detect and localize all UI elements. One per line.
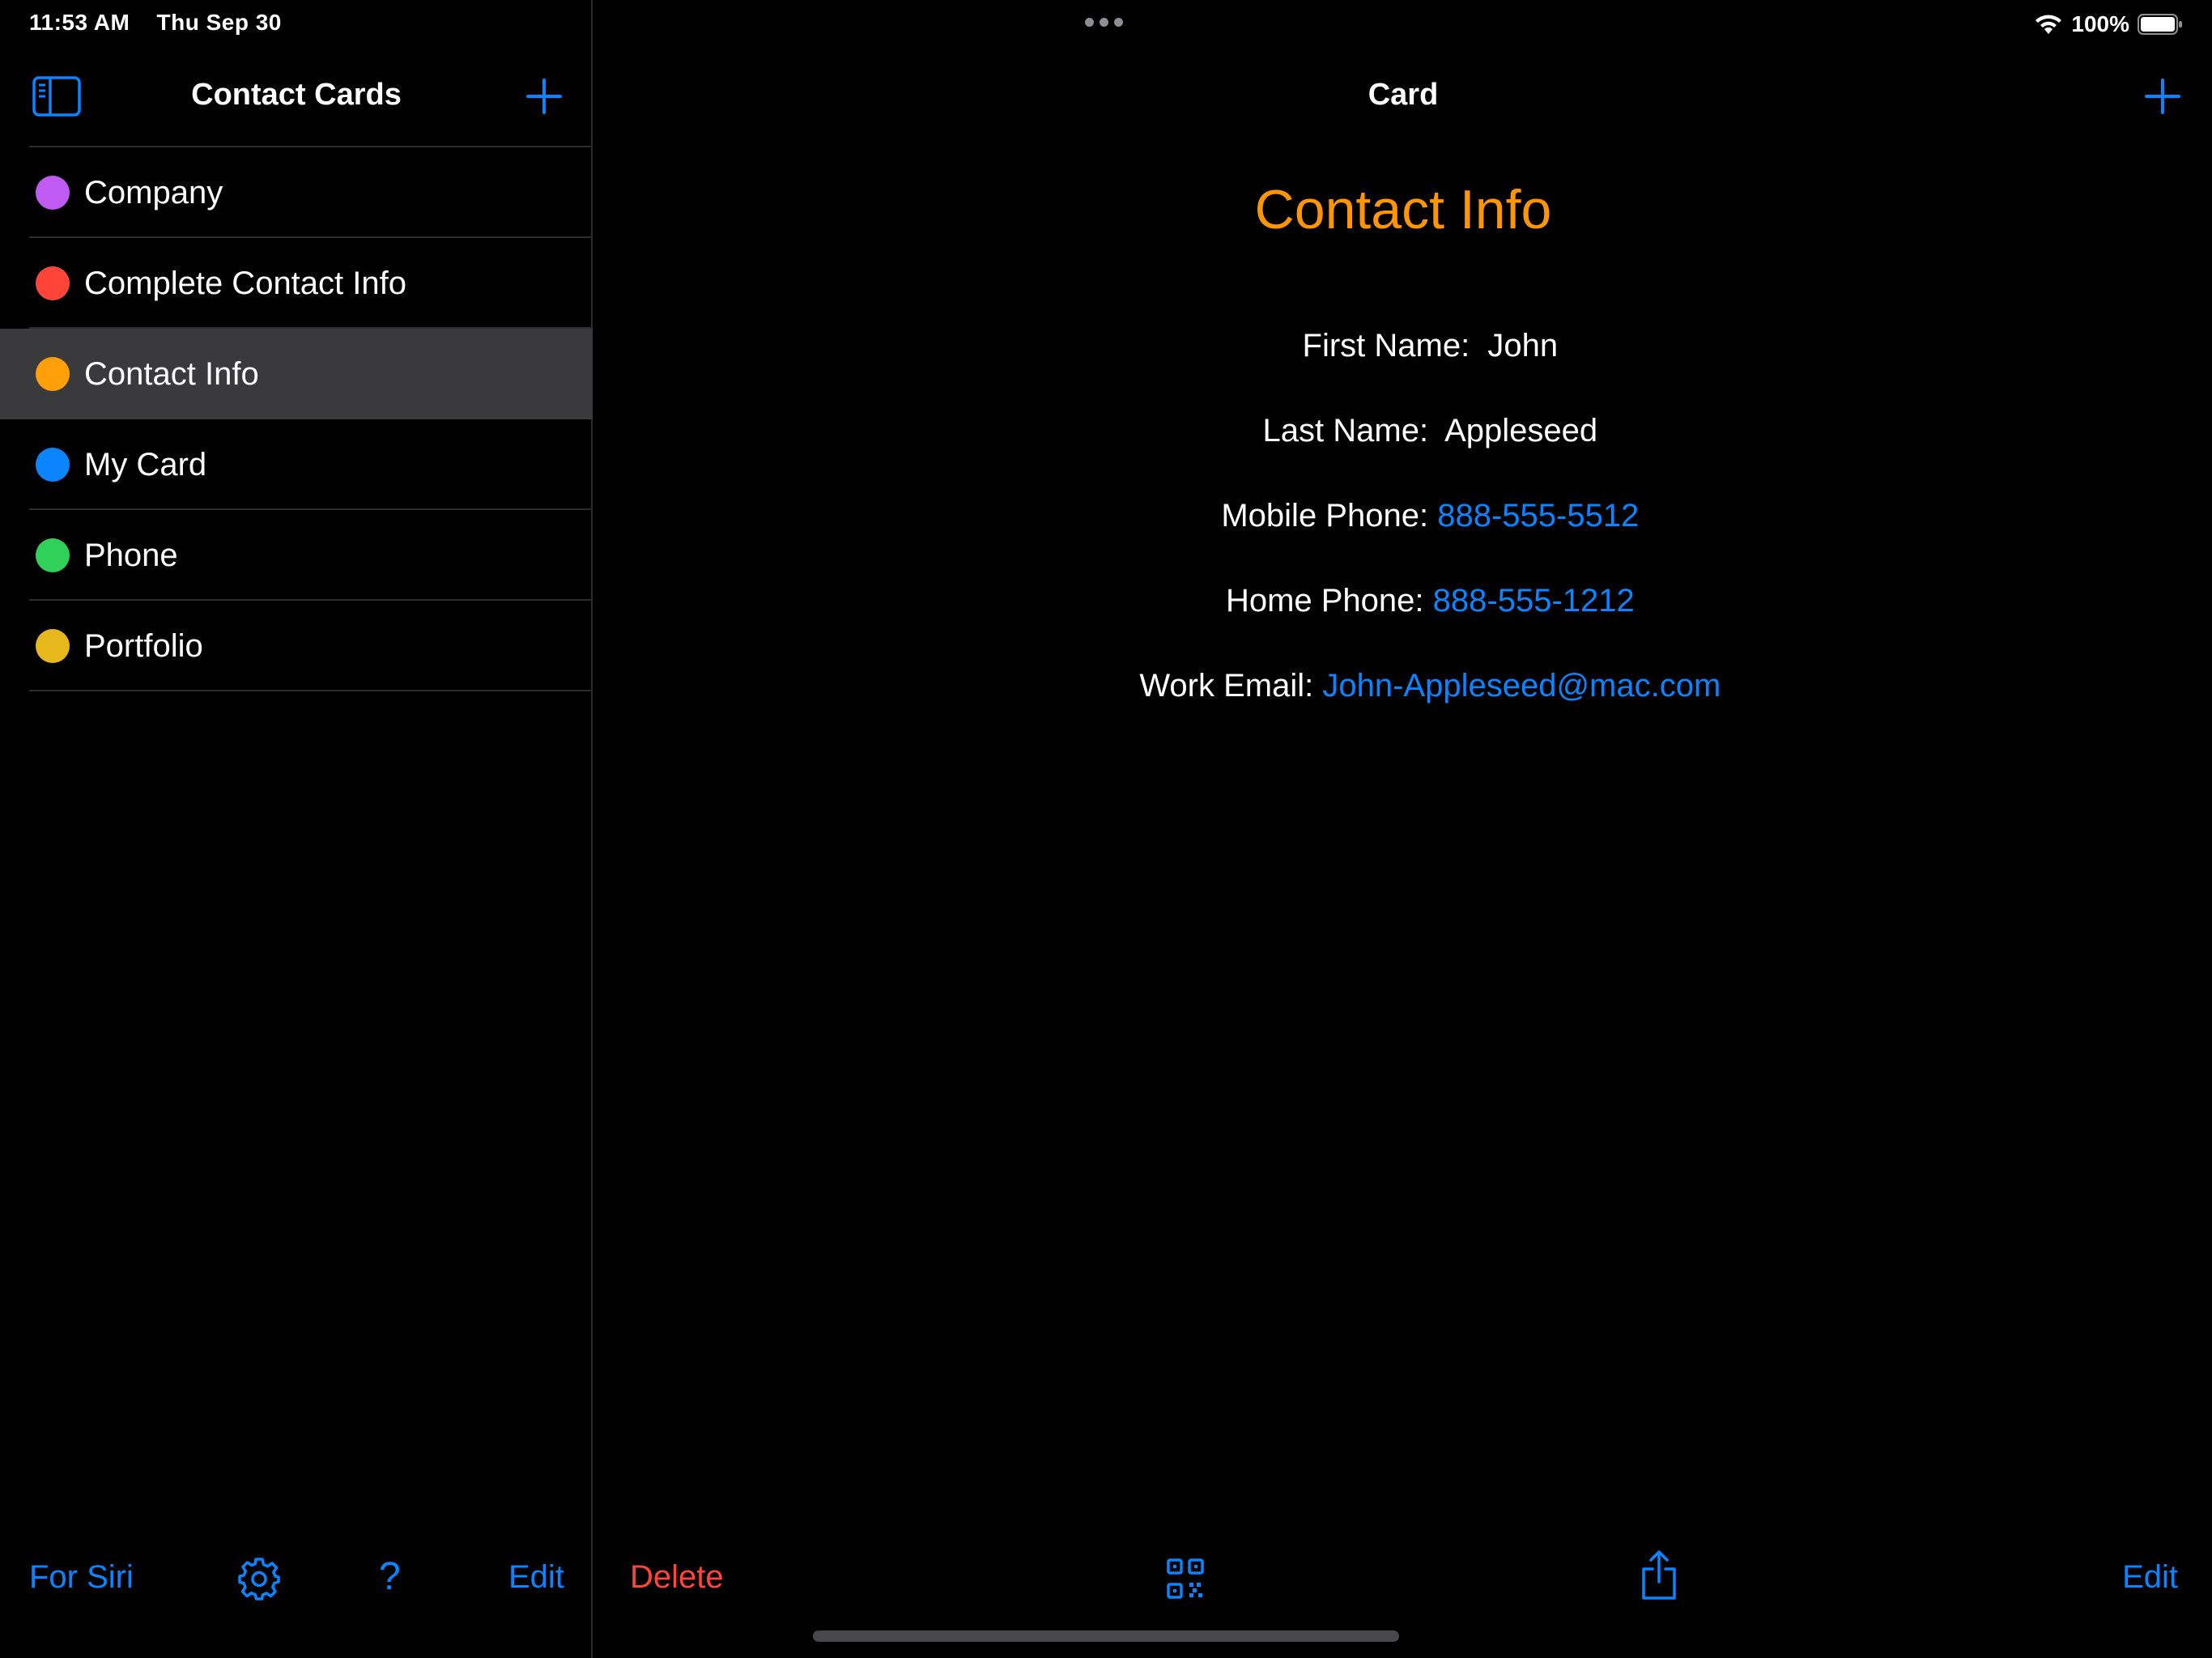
color-dot-icon xyxy=(36,448,70,482)
sidebar-header: Contact Cards xyxy=(0,49,593,146)
field-label: Mobile Phone: xyxy=(1221,498,1438,534)
sidebar: Contact Cards Company Complete Contact I… xyxy=(0,0,593,1658)
for-siri-button[interactable]: For Siri xyxy=(29,1559,134,1596)
list-item-label: Contact Info xyxy=(84,355,259,392)
share-icon[interactable] xyxy=(1639,1550,1679,1601)
sidebar-toolbar: For Siri ? Edit xyxy=(0,1538,593,1619)
list-item-label: Phone xyxy=(84,537,178,573)
list-item[interactable]: My Card xyxy=(0,419,593,510)
app-window: 11:53 AM Thu Sep 30 100% Contact Cards C… xyxy=(0,0,2212,1658)
phone-link[interactable]: 888-555-5512 xyxy=(1437,498,1639,534)
add-field-button[interactable] xyxy=(2144,78,2181,115)
field-label: Work Email: xyxy=(1139,668,1323,704)
color-dot-icon xyxy=(36,629,70,663)
color-dot-icon xyxy=(36,538,70,572)
email-link[interactable]: John-Appleseed@mac.com xyxy=(1322,668,1721,704)
phone-link[interactable]: 888-555-1212 xyxy=(1433,583,1635,619)
list-item[interactable]: Complete Contact Info xyxy=(0,238,593,329)
detail-edit-button[interactable]: Edit xyxy=(2122,1559,2178,1596)
gear-icon[interactable] xyxy=(236,1556,282,1601)
color-dot-icon xyxy=(36,176,70,210)
help-button[interactable]: ? xyxy=(379,1554,401,1599)
color-dot-icon xyxy=(36,266,70,300)
list-item-label: Company xyxy=(84,174,223,210)
list-item[interactable]: Portfolio xyxy=(0,601,593,691)
delete-button[interactable]: Delete xyxy=(630,1559,724,1596)
field-label: First Name: xyxy=(1302,328,1488,363)
card-heading: Contact Info xyxy=(1254,179,1552,240)
color-dot-icon xyxy=(36,357,70,391)
home-indicator[interactable] xyxy=(813,1630,1399,1642)
divider xyxy=(29,690,593,691)
sidebar-title: Contact Cards xyxy=(191,78,402,112)
list-item-label: Complete Contact Info xyxy=(84,265,406,301)
list-item[interactable]: Contact Info xyxy=(0,329,593,419)
add-card-button[interactable] xyxy=(525,78,563,115)
detail-pane: Card Contact Info First Name: John Last … xyxy=(594,0,2212,1658)
field-label: Last Name: xyxy=(1262,413,1445,449)
list-item-label: Portfolio xyxy=(84,627,203,664)
list-item-label: My Card xyxy=(84,446,207,483)
list-item[interactable]: Company xyxy=(0,147,593,238)
detail-toolbar: Delete Edit xyxy=(594,1538,2212,1619)
field-value: John xyxy=(1487,328,1559,363)
page-title: Card xyxy=(1368,78,1439,112)
sidebar-edit-button[interactable]: Edit xyxy=(508,1559,564,1596)
qr-code-icon[interactable] xyxy=(1166,1558,1205,1600)
field-label: Home Phone: xyxy=(1225,583,1433,619)
list-item[interactable]: Phone xyxy=(0,510,593,601)
field-value: Appleseed xyxy=(1444,413,1598,449)
card-list: Company Complete Contact Info Contact In… xyxy=(0,147,593,691)
field-work-email: Work Email: John-Appleseed@mac.com xyxy=(594,631,2212,741)
